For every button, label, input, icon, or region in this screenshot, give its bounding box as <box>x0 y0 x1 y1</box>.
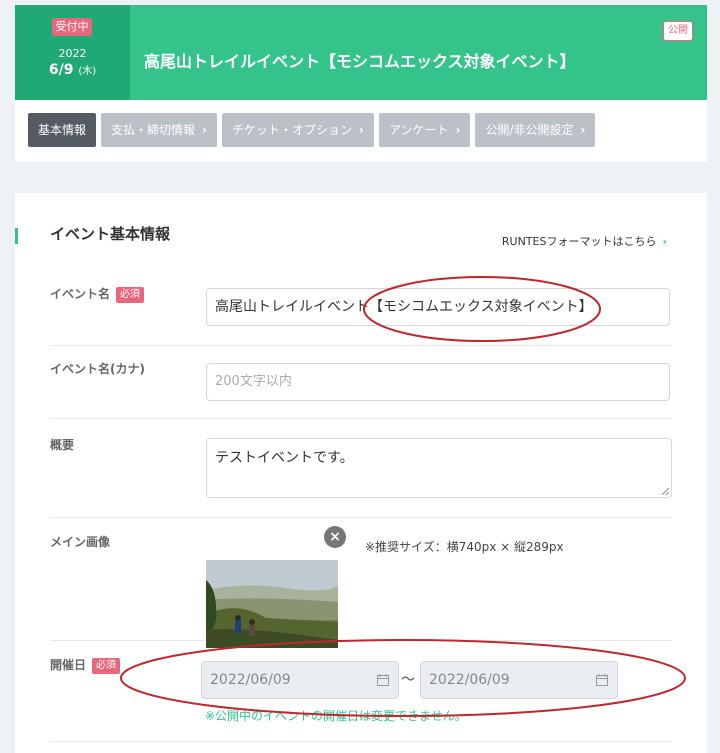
main-image-label: メイン画像 <box>50 535 111 549</box>
event-name-label: イベント名 必須 <box>50 285 145 303</box>
image-size-note: ※推奨サイズ：横740px × 縦289px <box>365 540 564 554</box>
field-label: イベント名 <box>50 287 111 301</box>
summary-row: 概要 テストイベントです。 <box>50 419 672 518</box>
tab-label: 公開/非公開設定 <box>485 123 574 137</box>
page-title: 高尾山トレイルイベント【モシコムエックス対象イベント】 <box>144 52 576 71</box>
event-year: 2022 <box>58 47 87 60</box>
event-day: 6/9 <box>48 62 74 78</box>
event-name-kana-row: イベント名(カナ) 200文字以内 <box>50 346 672 419</box>
start-date-value: 2022/06/09 <box>210 672 291 688</box>
settings-tabs: 基本情報 支払・締切情報 › チケット・オプション › アンケート › 公開/非公開設… <box>28 113 596 147</box>
required-badge: 必須 <box>92 657 121 674</box>
event-name-kana-input[interactable]: 200文字以内 <box>206 363 670 401</box>
date-block: 受付中 2022 6/9 (木) <box>15 5 130 100</box>
summary-label: 概要 <box>50 438 75 452</box>
event-name-kana-label: イベント名(カナ) <box>50 362 145 376</box>
visibility-badge: 公開 <box>663 21 693 41</box>
close-icon: × <box>329 529 341 545</box>
main-image-row: メイン画像 <box>50 518 672 648</box>
chevron-right-icon: › <box>202 123 207 137</box>
tab-label: アンケート <box>388 123 449 137</box>
end-date-input[interactable]: 2022/06/09 <box>420 661 618 699</box>
section-accent-bar <box>15 228 18 244</box>
summary-textarea[interactable]: テストイベントです。 <box>206 438 672 498</box>
tab-basic-info[interactable]: 基本情報 <box>28 113 97 147</box>
chevron-right-icon: › <box>455 123 461 137</box>
chevron-right-icon: › <box>359 123 364 137</box>
calendar-icon <box>596 674 608 686</box>
date-range-separator: 〜 <box>401 672 415 688</box>
section-title: イベント基本情報 <box>50 225 171 243</box>
tab-ticket-options[interactable]: チケット・オプション › <box>221 113 374 147</box>
remove-image-button[interactable]: × <box>324 526 346 548</box>
tab-label: 基本情報 <box>38 123 87 137</box>
main-image-thumbnail <box>206 560 338 648</box>
end-date-value: 2022/06/09 <box>429 672 510 688</box>
event-date: 6/9 (木) <box>15 62 130 78</box>
chevron-right-icon: › <box>662 235 667 248</box>
resize-grip-icon[interactable] <box>661 487 669 495</box>
tab-label: 支払・締切情報 <box>111 123 196 137</box>
summary-text: テストイベントです。 <box>215 450 354 466</box>
event-date-note: ※公開中のイベントの開催日は変更できません。 <box>205 709 467 723</box>
event-header-card: 受付中 2022 6/9 (木) 高尾山トレイルイベント【モシコムエックス対象イ… <box>15 5 707 162</box>
tab-survey[interactable]: アンケート › <box>378 113 471 147</box>
tab-visibility-settings[interactable]: 公開/非公開設定 › <box>475 113 596 147</box>
field-label: 開催日 <box>50 658 87 672</box>
required-badge: 必須 <box>116 286 145 303</box>
tab-label: チケット・オプション <box>231 123 352 137</box>
basic-info-form: イベント基本情報 RUNTESフォーマットはこちら › イベント名 必須 高尾山トレ… <box>15 193 707 753</box>
event-name-input[interactable]: 高尾山トレイルイベント【モシコムエックス対象イベント】 <box>206 288 670 326</box>
format-link-label: RUNTESフォーマットはこちら <box>501 235 657 248</box>
event-weekday: (木) <box>78 66 97 77</box>
status-badge: 受付中 <box>52 18 92 36</box>
tab-payment-deadline[interactable]: 支払・締切情報 › <box>101 113 217 147</box>
chevron-right-icon: › <box>580 123 586 137</box>
trail-photo-illustration <box>206 560 338 648</box>
event-banner: 受付中 2022 6/9 (木) 高尾山トレイルイベント【モシコムエックス対象イ… <box>15 5 707 100</box>
event-date-label: 開催日 必須 <box>50 656 121 674</box>
runtes-format-link[interactable]: RUNTESフォーマットはこちら › <box>502 233 667 249</box>
start-date-input[interactable]: 2022/06/09 <box>201 661 399 699</box>
calendar-icon <box>377 674 389 686</box>
event-name-row: イベント名 必須 高尾山トレイルイベント【モシコムエックス対象イベント】 <box>50 273 672 346</box>
